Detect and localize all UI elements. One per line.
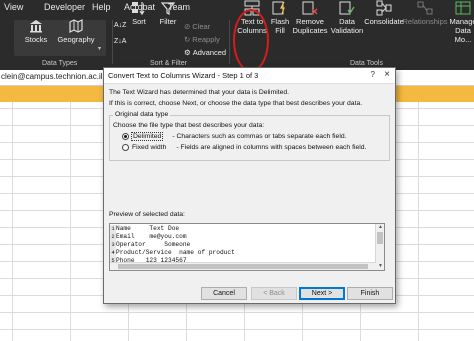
- scrollbar-thumb[interactable]: [118, 264, 368, 269]
- relationships-icon: [417, 1, 433, 15]
- finish-button[interactable]: Finish: [347, 287, 393, 300]
- preview-row: 2Email me@you.com: [110, 233, 372, 241]
- sort-az-button[interactable]: A↓Z: [114, 22, 126, 29]
- tab-help[interactable]: Help: [92, 2, 111, 12]
- delimited-radio[interactable]: Delimited - Characters such as commas or…: [122, 132, 347, 141]
- data-validation-icon: [339, 1, 355, 15]
- dialog-titlebar[interactable]: Convert Text to Columns Wizard - Step 1 …: [104, 68, 395, 84]
- relationships-button[interactable]: Relationships: [402, 0, 448, 26]
- data-tools-group-label: Data Tools: [350, 60, 383, 67]
- delimited-description: - Characters such as commas or tabs sepa…: [172, 133, 347, 140]
- remove-duplicates-label: Remove Duplicates: [292, 17, 328, 35]
- data-model-icon: [455, 1, 471, 15]
- preview-row-text: Name Text Doe: [116, 225, 180, 232]
- geography-label: Geography: [57, 35, 95, 44]
- flash-fill-icon: [272, 1, 285, 15]
- preview-row: 3Operator Someone: [110, 241, 372, 249]
- sort-az-icon: A↓Z: [114, 22, 127, 29]
- scroll-down-icon[interactable]: ▼: [377, 263, 384, 270]
- wizard-intro-2: If this is correct, choose Next, or choo…: [109, 100, 363, 107]
- flash-fill-label: Flash Fill: [270, 17, 290, 35]
- relationships-label: Relationships: [402, 17, 448, 26]
- scrollbar-thumb[interactable]: [377, 232, 383, 244]
- stocks-icon: [30, 20, 42, 33]
- data-types-group-label: Data Types: [42, 60, 78, 67]
- consolidate-label: Consolidate: [364, 17, 404, 26]
- clear-button[interactable]: ⊘ Clear: [184, 22, 210, 31]
- dialog-title: Convert Text to Columns Wizard - Step 1 …: [108, 71, 259, 80]
- clear-label: Clear: [192, 22, 211, 31]
- stocks-label: Stocks: [24, 35, 48, 44]
- original-data-type-group: Original data type Choose the file type …: [109, 111, 390, 161]
- fixed-width-label: Fixed width: [132, 144, 167, 151]
- cancel-button[interactable]: Cancel: [201, 287, 247, 300]
- preview-row-text: Operator Someone: [116, 241, 191, 248]
- sort-button[interactable]: Sort: [126, 0, 152, 26]
- remove-duplicates-button[interactable]: Remove Duplicates: [290, 0, 330, 35]
- consolidate-icon: [376, 0, 392, 16]
- manage-data-model-button[interactable]: Manage Data Mo...: [448, 0, 474, 44]
- scroll-up-icon[interactable]: ▲: [377, 224, 384, 231]
- geography-button[interactable]: Geography: [54, 18, 98, 44]
- filter-button[interactable]: Filter: [154, 0, 182, 26]
- tab-view[interactable]: View: [4, 2, 23, 12]
- close-icon[interactable]: ×: [384, 69, 390, 80]
- text-to-columns-dialog: Convert Text to Columns Wizard - Step 1 …: [103, 67, 396, 304]
- excel-window: View Developer Help Acrobat Team Stocks …: [0, 0, 474, 341]
- reapply-icon: ↻: [184, 35, 191, 44]
- data-preview[interactable]: 1Name Text Doe 2Email me@you.com 3Operat…: [109, 223, 385, 271]
- data-types-group: Stocks Geography ▾: [0, 18, 110, 58]
- map-icon: [69, 19, 83, 33]
- choose-file-type-label: Choose the file type that best describes…: [113, 122, 265, 129]
- flash-fill-button[interactable]: Flash Fill: [268, 0, 292, 35]
- sort-za-icon: Z↓A: [114, 38, 127, 45]
- data-validation-button[interactable]: Data Validation: [330, 0, 364, 35]
- group-divider: [112, 20, 113, 64]
- group-title: Original data type: [113, 111, 171, 118]
- sort-za-button[interactable]: Z↓A: [114, 38, 126, 45]
- preview-row: 1Name Text Doe: [110, 225, 372, 233]
- manage-data-model-label: Manage Data Mo...: [449, 17, 474, 44]
- radio-selected-icon: [122, 133, 129, 140]
- back-button[interactable]: < Back: [251, 287, 297, 300]
- preview-row-text: Product/Service name of product: [116, 249, 235, 256]
- fixed-width-radio[interactable]: Fixed width - Fields are aligned in colu…: [122, 144, 366, 151]
- group-divider: [229, 20, 230, 64]
- preview-label: Preview of selected data:: [109, 211, 185, 218]
- next-button[interactable]: Next >: [299, 287, 345, 300]
- delimited-label: Delimited: [130, 132, 164, 141]
- preview-horizontal-scrollbar[interactable]: [110, 262, 376, 270]
- clear-filter-icon: ⊘: [184, 22, 191, 31]
- red-circle-annotation: [233, 9, 269, 72]
- sort-icon: [132, 2, 145, 16]
- preview-row: 4Product/Service name of product: [110, 249, 372, 257]
- help-icon[interactable]: ?: [371, 70, 375, 79]
- sort-filter-group-label: Sort & Filter: [150, 60, 187, 67]
- filter-icon: [160, 2, 176, 15]
- reapply-button[interactable]: ↻ Reapply: [184, 35, 220, 44]
- advanced-label: Advanced: [192, 48, 227, 57]
- gallery-more-icon[interactable]: ▾: [98, 45, 101, 52]
- wizard-intro-1: The Text Wizard has determined that your…: [109, 89, 290, 96]
- ribbon: View Developer Help Acrobat Team Stocks …: [0, 0, 474, 72]
- consolidate-button[interactable]: Consolidate: [364, 0, 404, 26]
- preview-vertical-scrollbar[interactable]: ▲ ▼: [375, 224, 384, 270]
- advanced-button[interactable]: ⚙ Advanced: [184, 48, 226, 57]
- sort-label: Sort: [132, 17, 146, 26]
- preview-row-text: Email me@you.com: [116, 233, 187, 240]
- tab-developer[interactable]: Developer: [44, 2, 85, 12]
- advanced-filter-icon: ⚙: [184, 48, 191, 57]
- stocks-button[interactable]: Stocks: [16, 18, 56, 44]
- fixed-width-description: - Fields are aligned in columns with spa…: [176, 144, 367, 151]
- data-validation-label: Data Validation: [330, 17, 364, 35]
- reapply-label: Reapply: [192, 35, 220, 44]
- remove-duplicates-icon: [302, 1, 318, 15]
- filter-label: Filter: [159, 17, 177, 26]
- radio-unselected-icon: [122, 144, 129, 151]
